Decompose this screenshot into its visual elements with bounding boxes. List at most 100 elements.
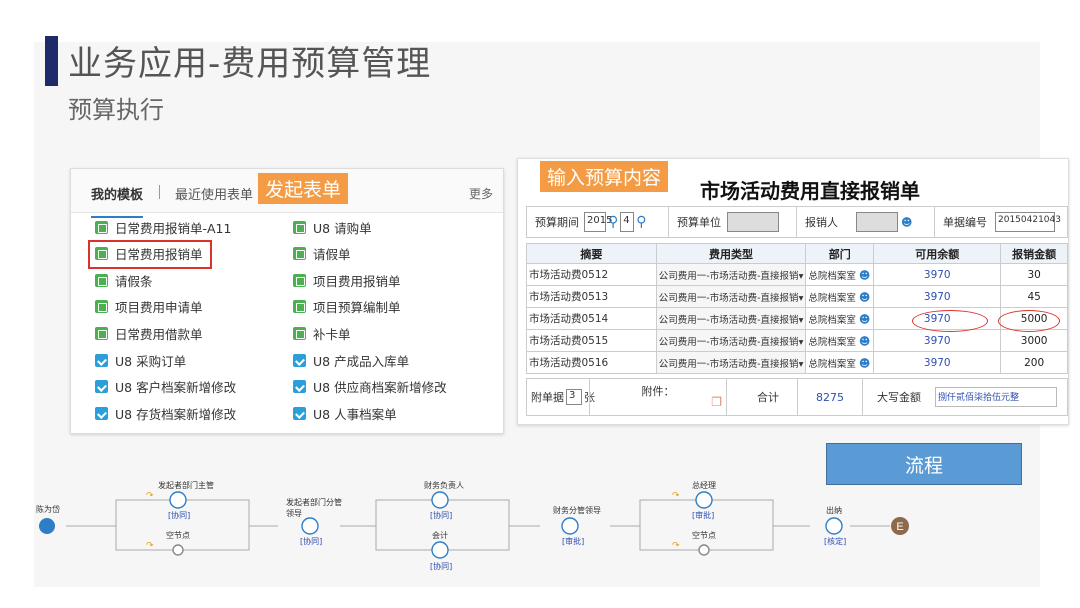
template-item[interactable]: 补卡单 — [293, 322, 351, 344]
period-year-input[interactable]: 2015 — [584, 212, 612, 232]
form-green-icon — [293, 220, 306, 234]
template-item[interactable]: 日常费用报销单 — [95, 243, 203, 265]
node-empty-2[interactable] — [698, 544, 710, 556]
summary-cell: 市场活动费0515 — [526, 329, 657, 352]
search-icon[interactable]: ⚲ — [636, 214, 646, 230]
node-finance-leader[interactable] — [561, 517, 579, 535]
amount-cell[interactable]: 200 — [1000, 351, 1068, 374]
expense-type-select-text: 公司费用一-市场活动费-直接报销 — [658, 314, 799, 326]
expense-type-select-text: 公司费用一-市场活动费-直接报销 — [658, 336, 799, 348]
total-label: 合计 — [757, 391, 779, 404]
amount-cell[interactable]: 30 — [1000, 263, 1068, 286]
person-icon[interactable]: ☻ — [901, 216, 912, 229]
template-item[interactable]: 请假条 — [95, 269, 153, 291]
template-item[interactable]: U8 产成品入库单 — [293, 349, 409, 371]
expense-type-select-text: 公司费用一-市场活动费-直接报销 — [658, 358, 799, 370]
node-empty-1[interactable] — [172, 544, 184, 556]
template-item[interactable]: 日常费用借款单 — [95, 322, 203, 344]
template-item[interactable]: U8 采购订单 — [95, 349, 186, 371]
attach-count-field: 附单据 3 张 — [531, 379, 595, 415]
template-item[interactable]: 项目费用报销单 — [293, 269, 401, 291]
tab-recent-forms[interactable]: 最近使用表单 — [175, 184, 253, 203]
attach-count-input[interactable]: 3 — [566, 389, 582, 405]
tab-divider — [159, 185, 160, 199]
total-value: 8275 — [797, 379, 863, 415]
dept-cell: 总院档案室 ☻ — [805, 307, 875, 330]
table-row: 市场活动费0512 公司费用一-市场活动费-直接报销▾ 总院档案室 ☻ 3970 30 — [526, 263, 1068, 286]
tab-my-templates[interactable]: 我的模板 — [91, 184, 144, 218]
template-item[interactable]: 请假单 — [293, 243, 351, 265]
template-item[interactable]: U8 客户档案新增修改 — [95, 376, 236, 398]
node-accountant[interactable] — [431, 541, 449, 559]
amount-cell[interactable]: 3000 — [1000, 329, 1068, 352]
chevron-down-icon[interactable]: ▾ — [799, 337, 804, 348]
node-general-manager-label: 总经理 — [692, 481, 716, 490]
more-link[interactable]: 更多 — [469, 185, 493, 202]
template-item-label: 项目预算编制单 — [313, 300, 401, 316]
paperclip-icon[interactable]: ❐ — [711, 395, 722, 409]
balance-cell: 3970 — [873, 351, 1002, 374]
doc-no-input[interactable]: 20150421043 — [995, 212, 1061, 232]
period-month-input[interactable]: 4 — [620, 212, 635, 232]
amount-cell-text: 45 — [1027, 290, 1041, 303]
person-icon[interactable]: ☻ — [859, 313, 870, 326]
balance-highlight-ellipse — [912, 310, 988, 332]
person-icon[interactable]: ☻ — [859, 357, 870, 370]
person-icon[interactable]: ☻ — [859, 291, 870, 304]
node-finance-leader-label: 财务分管领导 — [553, 506, 601, 515]
capital-input[interactable]: 捌仟贰佰柒拾伍元整 — [935, 387, 1057, 407]
reporter-input[interactable] — [856, 212, 898, 232]
node-cashier-label: 出纳 — [826, 506, 842, 515]
capital-label: 大写金额 — [877, 391, 921, 404]
amount-cell[interactable]: 45 — [1000, 285, 1068, 308]
table-row: 市场活动费0516 公司费用一-市场活动费-直接报销▾ 总院档案室 ☻ 3970 200 — [526, 351, 1068, 374]
chevron-down-icon[interactable]: ▾ — [799, 359, 804, 370]
col-dept: 部门 — [805, 243, 875, 264]
person-icon[interactable]: ☻ — [859, 335, 870, 348]
page-subtitle: 预算执行 — [68, 96, 164, 124]
template-item[interactable]: U8 供应商档案新增修改 — [293, 376, 447, 398]
form-title: 市场活动费用直接报销单 — [700, 179, 920, 203]
template-item[interactable]: U8 存货档案新增修改 — [95, 402, 236, 424]
start-user-label: 陈为岱 — [36, 505, 60, 514]
template-item[interactable]: 日常费用报销单-A11 — [95, 216, 231, 238]
node-finance-head[interactable] — [431, 491, 449, 509]
expense-type-select[interactable]: 公司费用一-市场活动费-直接报销▾ — [655, 351, 807, 374]
attachment-field: 附件： ❐ — [589, 379, 727, 415]
start-user-icon[interactable] — [39, 518, 55, 534]
u8-blue-icon — [95, 353, 108, 367]
node-accountant-label: 会计 — [432, 531, 448, 540]
dept-cell: 总院档案室 ☻ — [805, 263, 875, 286]
expense-type-select[interactable]: 公司费用一-市场活动费-直接报销▾ — [655, 307, 807, 330]
dept-cell-text: 总院档案室 — [808, 270, 856, 282]
template-item[interactable]: U8 请购单 — [293, 216, 372, 238]
node-dept-manager[interactable] — [169, 491, 187, 509]
person-icon[interactable]: ☻ — [859, 269, 870, 282]
node-dept-manager-tag: [协同] — [168, 511, 191, 520]
attach-label: 附单据 — [531, 391, 564, 404]
expense-type-select[interactable]: 公司费用一-市场活动费-直接报销▾ — [655, 263, 807, 286]
search-icon[interactable]: ⚲ — [608, 214, 618, 230]
template-item-label: 请假条 — [115, 273, 153, 289]
chevron-down-icon[interactable]: ▾ — [799, 293, 804, 304]
template-item[interactable]: 项目费用申请单 — [95, 296, 203, 318]
node-general-manager[interactable] — [695, 491, 713, 509]
template-item[interactable]: U8 人事档案单 — [293, 402, 397, 424]
expense-type-select[interactable]: 公司费用一-市场活动费-直接报销▾ — [655, 329, 807, 352]
expense-type-select[interactable]: 公司费用一-市场活动费-直接报销▾ — [655, 285, 807, 308]
balance-cell-text: 3970 — [923, 290, 951, 303]
unit-label: 预算单位 — [677, 216, 721, 229]
branch-arrow-icon: ↷ — [146, 541, 154, 551]
node-dept-leader[interactable] — [301, 517, 319, 535]
node-cashier[interactable] — [825, 517, 843, 535]
balance-cell: 3970 — [873, 285, 1002, 308]
template-item[interactable]: 项目预算编制单 — [293, 296, 401, 318]
chevron-down-icon[interactable]: ▾ — [799, 271, 804, 282]
input-budget-callout: 输入预算内容 — [540, 161, 669, 192]
template-item-label: U8 请购单 — [313, 220, 372, 236]
chevron-down-icon[interactable]: ▾ — [799, 315, 804, 326]
doc-no-label: 单据编号 — [943, 216, 987, 229]
unit-input[interactable] — [727, 212, 779, 232]
template-item-label: 日常费用报销单-A11 — [115, 220, 232, 236]
table-row: 市场活动费0513 公司费用一-市场活动费-直接报销▾ 总院档案室 ☻ 3970 45 — [526, 285, 1068, 308]
